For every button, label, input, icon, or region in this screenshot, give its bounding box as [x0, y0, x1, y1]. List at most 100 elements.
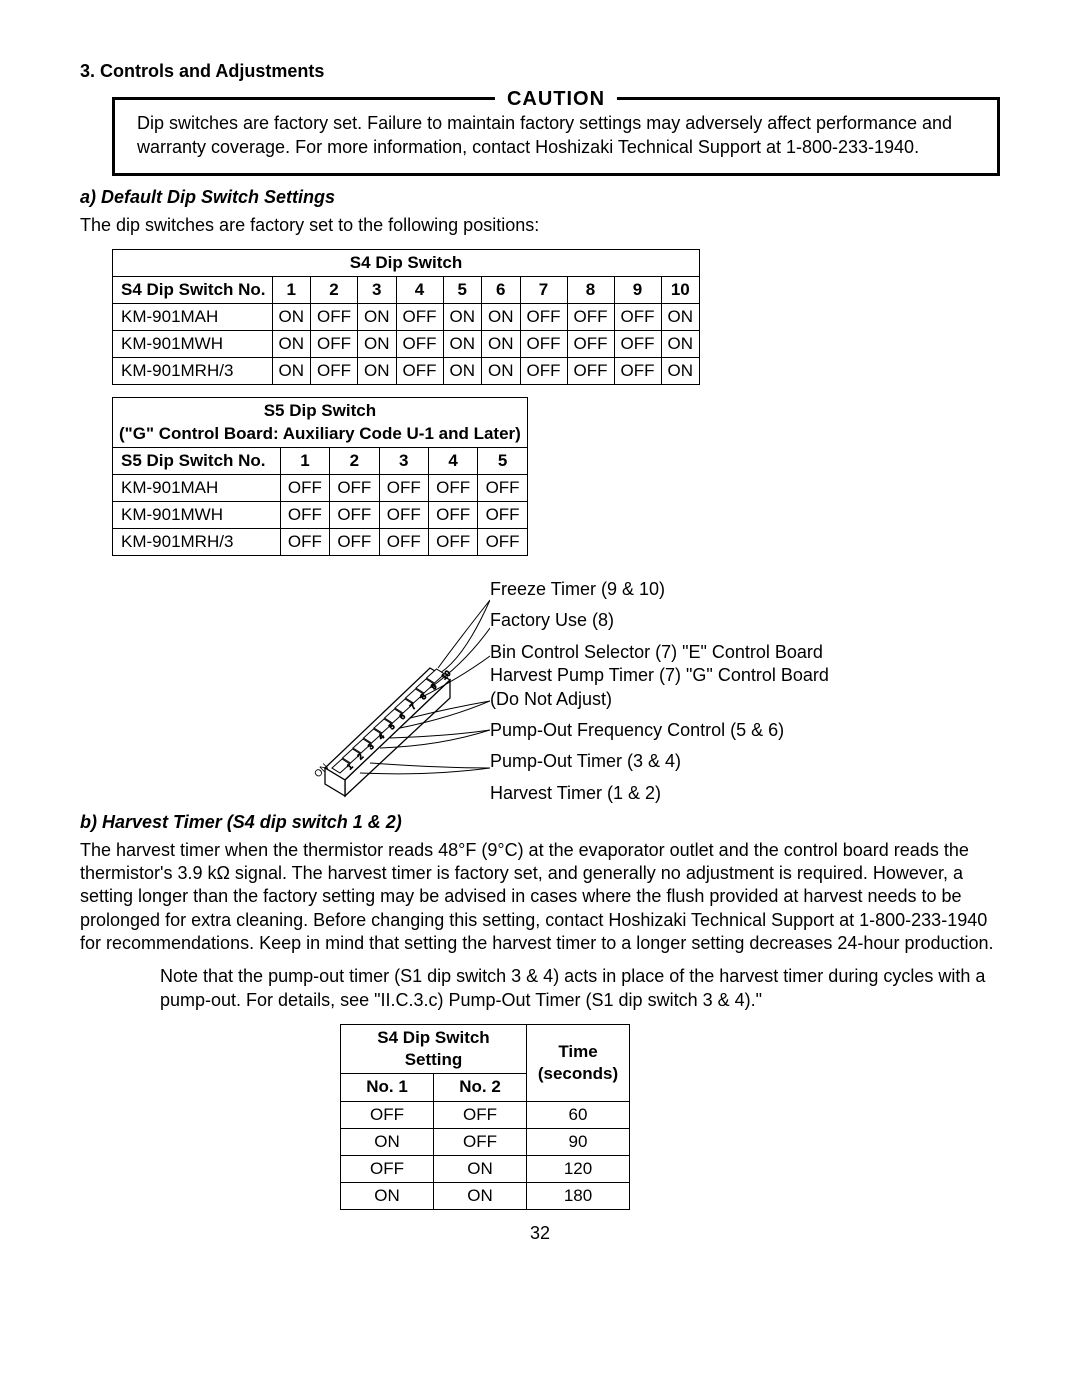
s4-col: 3: [358, 277, 397, 304]
table-row: OFF OFF 60: [341, 1101, 630, 1128]
sub-b-note: Note that the pump-out timer (S1 dip swi…: [160, 965, 1000, 1012]
val-cell: OFF: [396, 331, 443, 358]
timer-setting-header: S4 Dip Switch Setting: [341, 1025, 527, 1074]
val-cell: OFF: [478, 528, 527, 555]
s4-col: 9: [614, 277, 661, 304]
val-cell: OFF: [520, 358, 567, 385]
s4-dip-switch-table: S4 Dip Switch S4 Dip Switch No. 1 2 3 4 …: [112, 249, 700, 385]
val-cell: OFF: [311, 304, 358, 331]
val-cell: ON: [341, 1182, 434, 1209]
timer-no1-header: No. 1: [341, 1074, 434, 1101]
val-cell: ON: [443, 331, 482, 358]
s5-col: 5: [478, 447, 527, 474]
s4-col: 10: [661, 277, 700, 304]
val-cell: OFF: [520, 304, 567, 331]
val-cell: OFF: [520, 331, 567, 358]
caution-box: CAUTION Dip switches are factory set. Fa…: [112, 97, 1000, 176]
val-cell: 60: [527, 1101, 630, 1128]
dip-switch-icon: ON 12345678910: [80, 568, 490, 805]
table-row: KM-901MRH/3 ON OFF ON OFF ON ON OFF OFF …: [113, 358, 700, 385]
val-cell: ON: [661, 358, 700, 385]
val-cell: OFF: [330, 501, 379, 528]
sub-a-intro: The dip switches are factory set to the …: [80, 214, 1000, 237]
label-line: (Do Not Adjust): [490, 689, 612, 709]
s5-col: 1: [280, 447, 329, 474]
s5-dip-switch-table: S5 Dip Switch ("G" Control Board: Auxili…: [112, 397, 528, 556]
table-row: KM-901MRH/3 OFF OFF OFF OFF OFF: [113, 528, 528, 555]
val-cell: OFF: [614, 331, 661, 358]
val-cell: OFF: [478, 501, 527, 528]
val-cell: OFF: [280, 501, 329, 528]
table-row: ON OFF 90: [341, 1128, 630, 1155]
s5-table-title: S5 Dip Switch ("G" Control Board: Auxili…: [113, 398, 528, 447]
val-cell: OFF: [428, 528, 477, 555]
s5-col: 4: [428, 447, 477, 474]
harvest-timer-table: S4 Dip Switch Setting Time (seconds) No.…: [340, 1024, 630, 1210]
val-cell: OFF: [341, 1101, 434, 1128]
s5-row-header: S5 Dip Switch No.: [113, 447, 281, 474]
section-title: 3. Controls and Adjustments: [80, 60, 1000, 83]
page-number: 32: [80, 1222, 1000, 1245]
s4-col: 6: [482, 277, 521, 304]
label-line: Bin Control Selector (7) "E" Control Boa…: [490, 642, 823, 662]
val-cell: OFF: [396, 358, 443, 385]
label-harvest-timer: Harvest Timer (1 & 2): [490, 782, 1000, 805]
val-cell: OFF: [434, 1101, 527, 1128]
val-cell: ON: [272, 331, 311, 358]
val-cell: ON: [358, 331, 397, 358]
label-bin-control: Bin Control Selector (7) "E" Control Boa…: [490, 641, 1000, 711]
val-cell: OFF: [330, 528, 379, 555]
val-cell: OFF: [428, 501, 477, 528]
model-cell: KM-901MAH: [113, 304, 273, 331]
val-cell: 90: [527, 1128, 630, 1155]
label-freeze-timer: Freeze Timer (9 & 10): [490, 578, 1000, 601]
model-cell: KM-901MWH: [113, 331, 273, 358]
val-cell: ON: [434, 1182, 527, 1209]
s4-table-title: S4 Dip Switch: [113, 249, 700, 276]
val-cell: OFF: [567, 331, 614, 358]
model-cell: KM-901MAH: [113, 474, 281, 501]
table-row: KM-901MAH ON OFF ON OFF ON ON OFF OFF OF…: [113, 304, 700, 331]
val-cell: ON: [434, 1155, 527, 1182]
val-cell: ON: [272, 304, 311, 331]
val-cell: ON: [661, 304, 700, 331]
s4-col: 7: [520, 277, 567, 304]
model-cell: KM-901MWH: [113, 501, 281, 528]
val-cell: 120: [527, 1155, 630, 1182]
s4-col: 5: [443, 277, 482, 304]
table-row: KM-901MAH OFF OFF OFF OFF OFF: [113, 474, 528, 501]
val-cell: OFF: [567, 358, 614, 385]
val-cell: ON: [661, 331, 700, 358]
val-cell: OFF: [614, 304, 661, 331]
val-cell: OFF: [396, 304, 443, 331]
val-cell: ON: [443, 304, 482, 331]
val-cell: OFF: [311, 358, 358, 385]
val-cell: OFF: [428, 474, 477, 501]
val-cell: ON: [482, 358, 521, 385]
val-cell: OFF: [567, 304, 614, 331]
dip-switch-diagram: ON 12345678910 Freeze Timer (9 & 10) Fac…: [80, 568, 1000, 805]
model-cell: KM-901MRH/3: [113, 358, 273, 385]
val-cell: ON: [341, 1128, 434, 1155]
val-cell: ON: [482, 331, 521, 358]
val-cell: OFF: [280, 474, 329, 501]
sub-b-heading: b) Harvest Timer (S4 dip switch 1 & 2): [80, 811, 1000, 834]
sub-a-heading: a) Default Dip Switch Settings: [80, 186, 1000, 209]
s5-title-line2: ("G" Control Board: Auxiliary Code U-1 a…: [119, 423, 521, 445]
val-cell: ON: [358, 304, 397, 331]
val-cell: ON: [272, 358, 311, 385]
table-row: KM-901MWH ON OFF ON OFF ON ON OFF OFF OF…: [113, 331, 700, 358]
val-cell: OFF: [379, 474, 428, 501]
label-line: Harvest Pump Timer (7) "G" Control Board: [490, 665, 829, 685]
val-cell: OFF: [614, 358, 661, 385]
s4-row-header: S4 Dip Switch No.: [113, 277, 273, 304]
val-cell: OFF: [280, 528, 329, 555]
val-cell: ON: [482, 304, 521, 331]
label-factory-use: Factory Use (8): [490, 609, 1000, 632]
table-row: ON ON 180: [341, 1182, 630, 1209]
s5-col: 3: [379, 447, 428, 474]
val-cell: ON: [443, 358, 482, 385]
val-cell: OFF: [330, 474, 379, 501]
label-pumpout-freq: Pump-Out Frequency Control (5 & 6): [490, 719, 1000, 742]
s4-col: 1: [272, 277, 311, 304]
